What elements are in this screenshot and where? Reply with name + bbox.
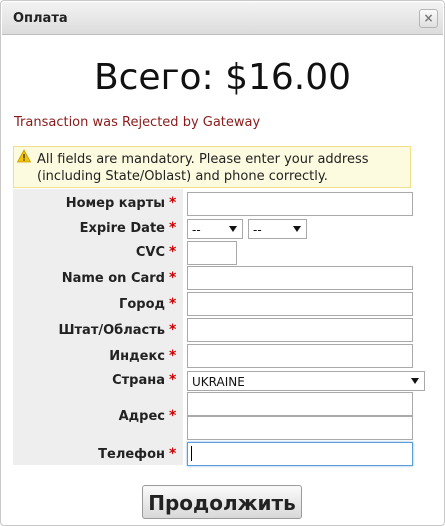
cvc-input[interactable] [187, 241, 237, 265]
cvc-label: CVC [135, 245, 165, 260]
expire-month-value: -- [192, 223, 201, 237]
required-mark: * [169, 220, 177, 236]
required-mark: * [169, 244, 177, 260]
zip-label: Индекс [109, 349, 165, 364]
mandatory-notice: All fields are mandatory. Please enter y… [13, 146, 411, 188]
required-mark: * [169, 372, 177, 388]
card-number-input[interactable] [187, 192, 413, 216]
zip-input[interactable] [187, 344, 413, 368]
expire-date-label: Expire Date [79, 221, 165, 236]
close-icon: × [423, 11, 434, 25]
dialog-title: Оплата [13, 11, 68, 26]
country-select[interactable]: UKRAINE [187, 371, 425, 391]
required-mark: * [169, 446, 177, 462]
chevron-down-icon [411, 378, 419, 384]
city-label: Город [119, 297, 165, 312]
dialog-titlebar[interactable]: Оплата × [2, 2, 443, 35]
expire-month-select[interactable]: -- [187, 219, 243, 239]
address-line1-input[interactable] [187, 392, 413, 416]
required-mark: * [169, 322, 177, 338]
warning-icon [17, 149, 31, 163]
expire-year-value: -- [253, 223, 262, 237]
country-value: UKRAINE [192, 375, 245, 389]
name-on-card-label: Name on Card [61, 271, 165, 286]
country-label: Страна [112, 373, 165, 388]
required-mark: * [169, 296, 177, 312]
chevron-down-icon [293, 226, 301, 232]
required-mark: * [169, 408, 177, 424]
expire-year-select[interactable]: -- [248, 219, 307, 239]
order-total: Всего: $16.00 [93, 57, 352, 98]
address-label: Адрес [118, 409, 165, 424]
required-mark: * [169, 195, 177, 211]
continue-button[interactable]: Продолжить [142, 485, 302, 519]
phone-label: Телефон [98, 447, 165, 462]
name-on-card-input[interactable] [187, 266, 413, 290]
city-input[interactable] [187, 292, 413, 316]
required-mark: * [169, 270, 177, 286]
state-input[interactable] [187, 318, 413, 342]
text-cursor [191, 446, 192, 461]
close-button[interactable]: × [419, 9, 438, 28]
state-label: Штат/Область [58, 323, 165, 338]
notice-text: All fields are mandatory. Please enter y… [37, 152, 369, 184]
phone-input[interactable] [187, 442, 413, 466]
required-mark: * [169, 348, 177, 364]
card-number-label: Номер карты [65, 196, 165, 211]
payment-dialog: Оплата × Всего: $16.00 Transaction was R… [0, 0, 445, 526]
chevron-down-icon [229, 226, 237, 232]
address-line2-input[interactable] [187, 416, 413, 440]
error-message: Transaction was Rejected by Gateway [14, 115, 261, 130]
